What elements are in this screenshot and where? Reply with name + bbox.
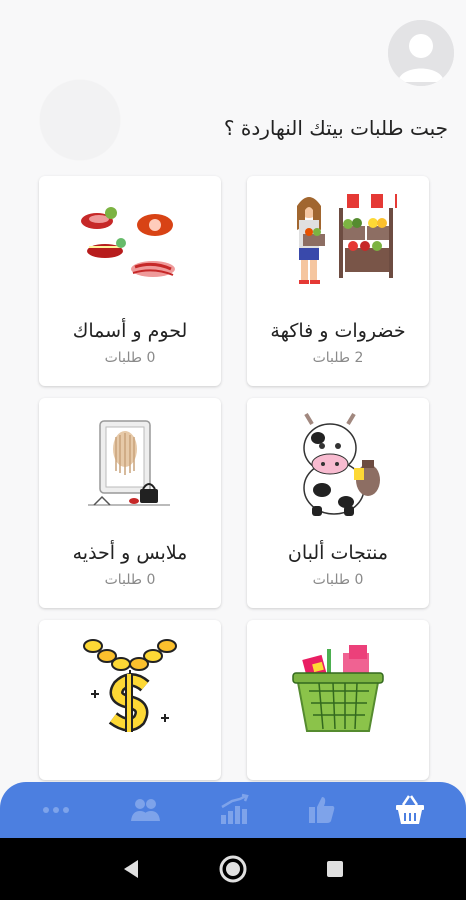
category-card-meat[interactable]: لحوم و أسماك 0 طلبات xyxy=(39,176,221,386)
people-icon[interactable] xyxy=(115,788,175,832)
category-card-vegetables[interactable]: خضروات و فاكهة 2 طلبات xyxy=(247,176,429,386)
recents-icon[interactable] xyxy=(315,849,355,889)
category-title: ملابس و أحذيه xyxy=(72,542,188,564)
category-title: لحوم و أسماك xyxy=(72,320,188,342)
dairy-cow-icon xyxy=(247,398,429,528)
bottom-navigation-bar xyxy=(0,782,466,838)
category-order-count: 0 طلبات xyxy=(104,350,156,366)
more-icon[interactable] xyxy=(26,788,86,832)
category-title: خضروات و فاكهة xyxy=(270,320,406,342)
home-icon[interactable] xyxy=(213,849,253,889)
meat-fish-icon xyxy=(39,176,221,306)
category-title: منتجات ألبان xyxy=(287,542,389,564)
basket-icon[interactable] xyxy=(380,788,440,832)
category-card-grocery[interactable] xyxy=(247,620,429,780)
thumbs-up-icon[interactable] xyxy=(291,788,351,832)
grocery-basket-icon xyxy=(247,620,429,750)
back-icon[interactable] xyxy=(111,849,151,889)
category-card-clothes[interactable]: ملابس و أحذيه 0 طلبات xyxy=(39,398,221,608)
system-navigation-bar xyxy=(0,838,466,900)
category-order-count: 0 طلبات xyxy=(312,572,364,588)
category-card-jewelry[interactable] xyxy=(39,620,221,780)
category-order-count: 0 طلبات xyxy=(104,572,156,588)
vegetable-stand-icon xyxy=(247,176,429,306)
stats-icon[interactable] xyxy=(203,788,263,832)
category-card-dairy[interactable]: منتجات ألبان 0 طلبات xyxy=(247,398,429,608)
clothes-shoes-icon xyxy=(39,398,221,528)
category-order-count: 2 طلبات xyxy=(312,350,364,366)
gold-chain-dollar-icon xyxy=(39,620,221,750)
category-grid: خضروات و فاكهة 2 طلبات لحوم و أسماك 0 طل… xyxy=(0,0,466,780)
